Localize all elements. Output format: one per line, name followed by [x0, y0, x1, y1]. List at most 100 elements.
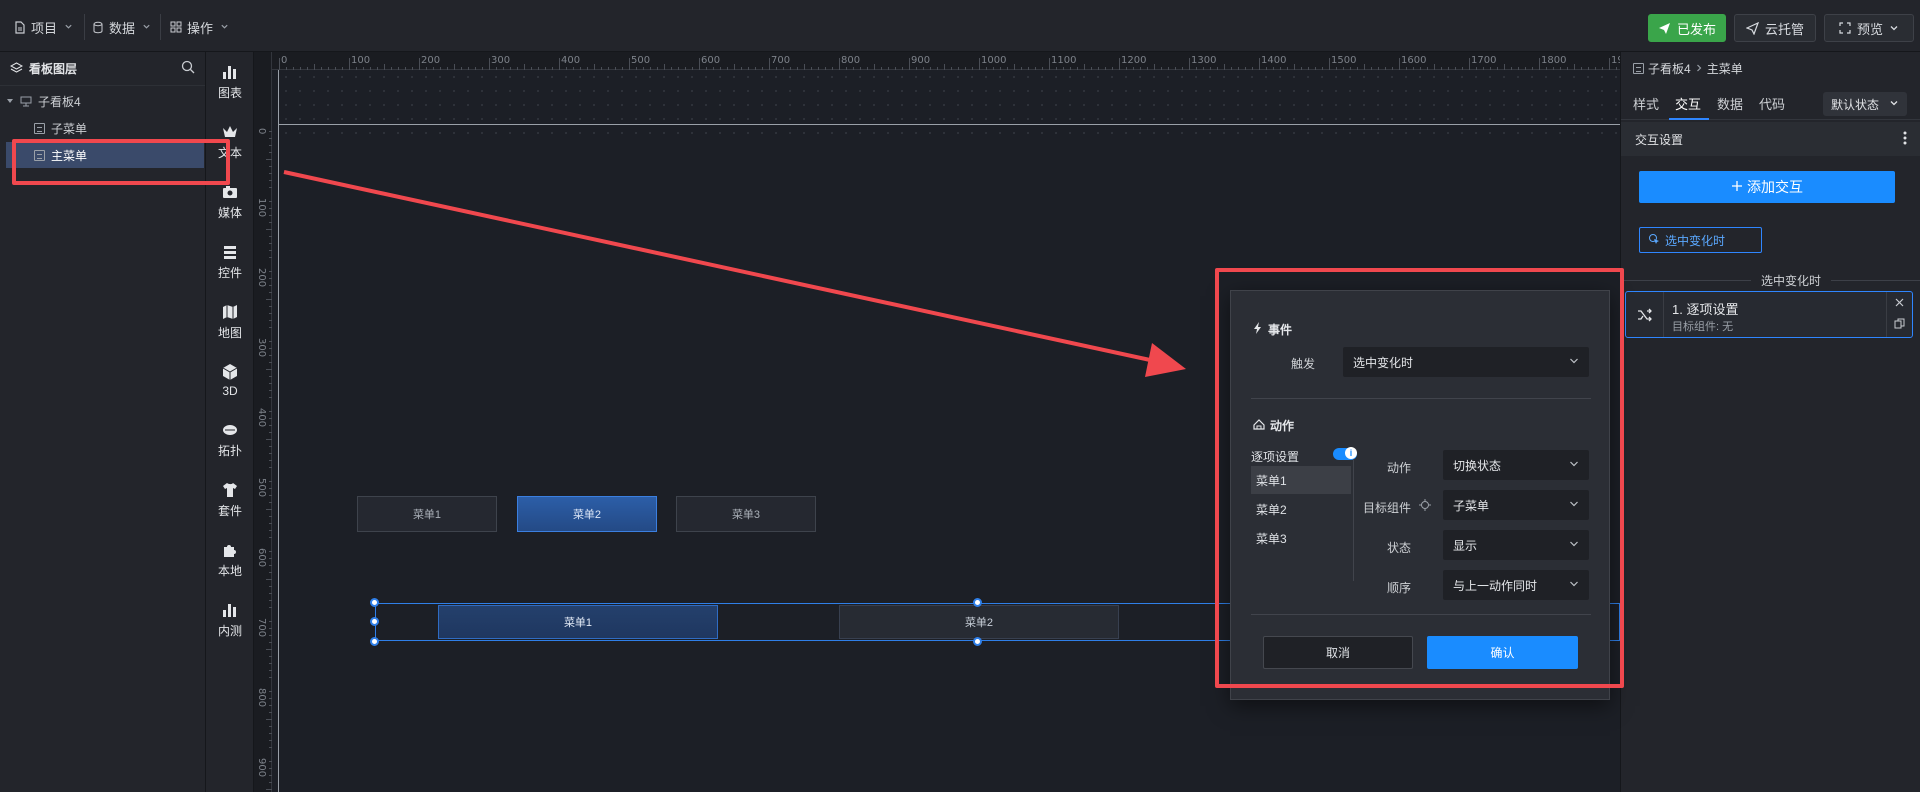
bar-chart-icon: [223, 604, 236, 617]
ruler-tick: [269, 446, 272, 447]
ruler-tick: [440, 67, 441, 70]
ruler-tick: [1315, 67, 1316, 70]
caret-down-icon[interactable]: [6, 94, 14, 108]
ruler-tick: [269, 152, 272, 153]
ruler-tick: [1609, 58, 1610, 70]
ruler-tick: [1049, 58, 1050, 70]
ruler-tick: [860, 67, 861, 70]
tab-data[interactable]: 数据: [1717, 94, 1743, 113]
tab-style[interactable]: 样式: [1633, 94, 1659, 113]
submenu-button-1[interactable]: 菜单1: [357, 496, 497, 532]
component-kit[interactable]: 套件: [206, 474, 254, 526]
layer-item-label: 子菜单: [51, 121, 88, 136]
breadcrumb-item[interactable]: 子看板4: [1648, 60, 1691, 77]
resize-handle[interactable]: [370, 598, 379, 607]
add-interaction-button[interactable]: 添加交互: [1639, 171, 1895, 203]
close-icon[interactable]: [1895, 296, 1904, 310]
operation-menu-button[interactable]: 操作: [164, 14, 235, 40]
ruler-tick: [678, 67, 679, 70]
ruler-tick: [1259, 58, 1260, 70]
ruler-tick: [1168, 67, 1169, 70]
component-control[interactable]: 控件: [206, 236, 254, 288]
ruler-tick-label: 900: [256, 758, 267, 778]
ruler-tick: [671, 67, 672, 70]
preview-button[interactable]: 预览: [1824, 14, 1914, 42]
ruler-tick: [1483, 67, 1484, 70]
main-menu-button-2[interactable]: 菜单2: [839, 605, 1119, 639]
main-menu-button-1[interactable]: 菜单1: [438, 605, 718, 639]
component-label: 内测: [217, 624, 242, 638]
more-vertical-icon[interactable]: [1903, 131, 1907, 148]
search-icon[interactable]: [181, 60, 195, 77]
ruler-tick-label: 100: [256, 198, 267, 218]
ruler-tick: [1126, 67, 1127, 70]
state-select[interactable]: 默认状态: [1823, 92, 1907, 116]
ruler-tick: [797, 67, 798, 70]
resize-handle[interactable]: [370, 617, 379, 626]
ruler-tick: [552, 67, 553, 70]
ruler-tick: [699, 58, 700, 70]
tab-interaction[interactable]: 交互: [1675, 94, 1701, 113]
submenu-button-2[interactable]: 菜单2: [517, 496, 657, 532]
ruler-tick: [269, 355, 272, 356]
component-beta[interactable]: 内测: [206, 594, 254, 646]
ruler-tick: [269, 530, 272, 531]
operation-menu-label: 操作: [187, 20, 214, 36]
data-menu-button[interactable]: 数据: [86, 14, 157, 40]
ruler-tick: [1322, 67, 1323, 70]
component-3d[interactable]: 3D: [206, 354, 254, 406]
ruler-tick: [269, 768, 272, 769]
ruler-tick: [279, 58, 280, 70]
component-topology[interactable]: 拓扑: [206, 414, 254, 466]
ruler-tick: [979, 58, 980, 70]
ruler-tick: [269, 201, 272, 202]
interaction-card-title: 1. 逐项设置: [1672, 302, 1739, 317]
component-map[interactable]: 地图: [206, 296, 254, 348]
ruler-horizontal[interactable]: 0 100 200 300 400 500 600 700 800 900 1000 1100 1200…: [254, 52, 1620, 70]
ruler-tick: [1154, 64, 1155, 70]
ruler-tick: [269, 425, 272, 426]
ruler-tick: [916, 67, 917, 70]
ruler-tick: [1357, 67, 1358, 70]
ruler-tick: [559, 58, 560, 70]
component-chart[interactable]: 图表: [206, 56, 254, 108]
ruler-tick: [321, 67, 322, 70]
ruler-tick: [269, 341, 272, 342]
ruler-tick-label: 400: [561, 55, 581, 66]
ruler-tick: [1511, 67, 1512, 70]
ruler-tick: [1189, 58, 1190, 70]
layer-item-submenu[interactable]: 子菜单: [8, 115, 204, 141]
ruler-tick: [958, 67, 959, 70]
project-menu-button[interactable]: 项目: [8, 14, 79, 40]
ruler-tick: [266, 649, 272, 650]
resize-handle[interactable]: [370, 637, 379, 646]
cloud-host-button[interactable]: 云托管: [1734, 14, 1816, 42]
ruler-tick: [269, 495, 272, 496]
ruler-tick: [266, 719, 272, 720]
ruler-tick: [269, 257, 272, 258]
ruler-tick-label: 1100: [1051, 55, 1077, 66]
ruler-tick: [269, 691, 272, 692]
ruler-tick: [1301, 67, 1302, 70]
component-local[interactable]: 本地: [206, 534, 254, 586]
ruler-tick: [650, 67, 651, 70]
component-icon: [1633, 62, 1644, 74]
ruler-tick: [965, 67, 966, 70]
ruler-tick: [1007, 67, 1008, 70]
layer-tree-root[interactable]: 子看板4: [6, 88, 196, 114]
publish-button[interactable]: 已发布: [1648, 14, 1726, 42]
submenu-button-3[interactable]: 菜单3: [676, 496, 816, 532]
resize-handle[interactable]: [973, 598, 982, 607]
interaction-card[interactable]: 1. 逐项设置 目标组件: 无: [1625, 291, 1913, 338]
ruler-tick: [692, 67, 693, 70]
component-label: 控件: [217, 266, 242, 280]
ruler-tick: [503, 67, 504, 70]
event-tag[interactable]: 选中变化时: [1639, 227, 1762, 253]
ruler-tick: [874, 64, 875, 70]
main-menu-button-label: 菜单2: [964, 617, 994, 629]
ruler-tick: [1455, 67, 1456, 70]
tab-code[interactable]: 代码: [1759, 94, 1785, 113]
ruler-vertical[interactable]: 0 100 200 300 400 500 600 700 800 900: [254, 52, 272, 792]
copy-icon[interactable]: [1894, 318, 1905, 332]
resize-handle[interactable]: [973, 637, 982, 646]
